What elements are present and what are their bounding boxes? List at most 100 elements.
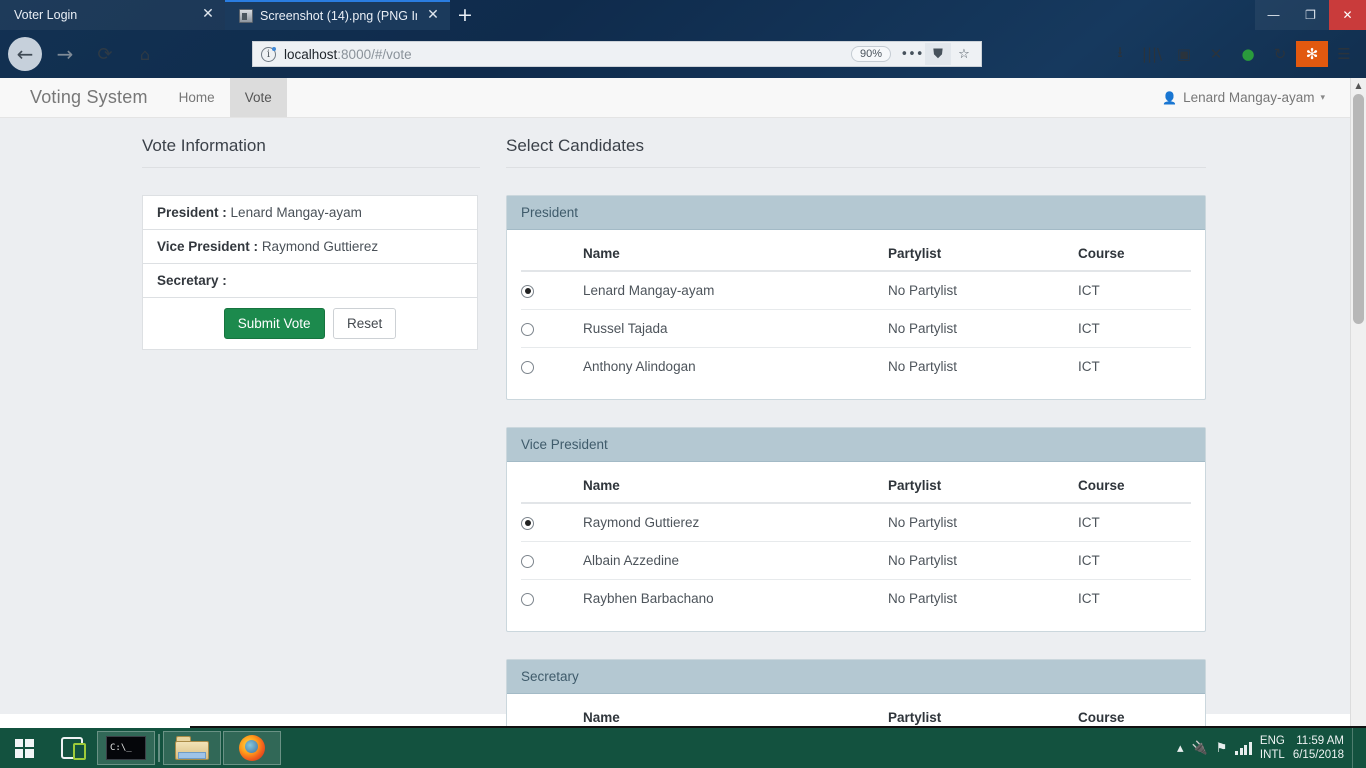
column-course: Course [1078, 230, 1191, 271]
firefox-icon [239, 735, 265, 761]
taskbar-divider [158, 734, 160, 762]
zoom-level-badge[interactable]: 90% [851, 46, 891, 62]
vertical-scrollbar-thumb[interactable] [1353, 94, 1364, 324]
radio-button[interactable] [521, 555, 534, 568]
user-avatar-icon: 👤 [1162, 91, 1177, 105]
task-view-button[interactable] [48, 728, 96, 768]
start-button[interactable] [0, 728, 48, 768]
vote-actions-row: Submit Vote Reset [143, 298, 477, 349]
download-icon[interactable]: ⭳ [1104, 41, 1136, 67]
candidate-partylist: No Partylist [888, 271, 1078, 310]
sidebar-icon[interactable]: ▣ [1168, 41, 1200, 67]
shield-icon[interactable]: ⛊ [925, 43, 951, 65]
candidate-radio-cell[interactable] [521, 580, 583, 618]
scroll-up-icon[interactable]: ▲ [1351, 78, 1366, 93]
browser-tab-screenshot[interactable]: Screenshot (14).png (PNG Ima ✕ [225, 0, 450, 30]
green-circle-extension-icon[interactable]: ● [1232, 41, 1264, 67]
taskbar-app-command-prompt[interactable]: C:\_ [97, 731, 155, 765]
radio-button[interactable] [521, 323, 534, 336]
close-window-button[interactable]: ✕ [1329, 0, 1366, 30]
column-partylist: Partylist [888, 462, 1078, 503]
radio-button-selected[interactable] [521, 285, 534, 298]
language-indicator[interactable]: ENG INTL [1260, 734, 1285, 762]
candidates-table-vice-president: Name Partylist Course Raymond Guttierez [521, 462, 1191, 617]
candidate-panel-president: President Name Partylist Course [506, 195, 1206, 400]
home-icon[interactable]: ⌂ [128, 37, 162, 71]
candidate-course: ICT [1078, 503, 1191, 542]
nav-item-vote[interactable]: Vote [230, 78, 287, 117]
candidate-radio-cell[interactable] [521, 348, 583, 386]
table-row[interactable]: Lenard Mangay-ayam No Partylist ICT [521, 271, 1191, 310]
orange-gear-extension-icon[interactable]: ✻ [1296, 41, 1328, 67]
browser-tab-voter-login[interactable]: Voter Login ✕ [0, 0, 225, 30]
radio-button[interactable] [521, 593, 534, 606]
candidate-radio-cell[interactable] [521, 503, 583, 542]
vote-info-label: Vice President : [157, 239, 258, 254]
tray-overflow-icon[interactable]: ▴ [1177, 741, 1184, 756]
select-candidates-column: Select Candidates President Name Partyli [506, 136, 1206, 728]
panel-header-vice-president: Vice President [507, 428, 1205, 462]
x-extension-icon[interactable]: ✕ [1200, 41, 1232, 67]
tab-title: Screenshot (14).png (PNG Ima [260, 9, 417, 23]
app-brand[interactable]: Voting System [0, 78, 164, 117]
table-row[interactable]: Anthony Alindogan No Partylist ICT [521, 348, 1191, 386]
windows-taskbar: C:\_ ▴ 🔌 ⚑ ENG INTL 11:59 AM 6/15/2018 [0, 728, 1366, 768]
candidate-radio-cell[interactable] [521, 542, 583, 580]
table-header-row: Name Partylist Course [521, 462, 1191, 503]
site-info-icon[interactable]: i [261, 47, 276, 62]
radio-button-selected[interactable] [521, 517, 534, 530]
tab-favicon-icon [239, 9, 253, 23]
command-prompt-icon: C:\_ [106, 736, 146, 760]
vote-information-table: President : Lenard Mangay-ayam Vice Pres… [142, 195, 478, 350]
table-row[interactable]: Russel Tajada No Partylist ICT [521, 310, 1191, 348]
panel-body-president: Name Partylist Course Lenard Mangay-ayam [507, 230, 1205, 399]
taskbar-app-firefox[interactable] [223, 731, 281, 765]
panel-header-president: President [507, 196, 1205, 230]
tab-close-icon[interactable]: ✕ [199, 6, 217, 24]
page-viewport: Voting System Home Vote 👤 Lenard Mangay-… [0, 78, 1366, 728]
panel-body-secretary: Name Partylist Course [507, 694, 1205, 728]
vote-info-value: Raymond Guttierez [262, 239, 378, 254]
reload-icon[interactable]: ⟳ [88, 37, 122, 71]
submit-vote-button[interactable]: Submit Vote [224, 308, 325, 339]
table-row[interactable]: Albain Azzedine No Partylist ICT [521, 542, 1191, 580]
nav-item-home[interactable]: Home [164, 78, 230, 117]
back-icon[interactable]: ← [8, 37, 42, 71]
candidate-course: ICT [1078, 271, 1191, 310]
reset-button[interactable]: Reset [333, 308, 396, 339]
new-tab-button[interactable]: + [452, 3, 478, 28]
candidate-radio-cell[interactable] [521, 271, 583, 310]
vote-info-row-secretary: Secretary : [143, 264, 477, 298]
candidate-course: ICT [1078, 348, 1191, 386]
library-icon[interactable]: |||\ [1136, 41, 1168, 67]
clock-time: 11:59 AM [1296, 735, 1344, 747]
user-menu[interactable]: 👤 Lenard Mangay-ayam ▾ [1162, 78, 1350, 117]
vote-info-value: Lenard Mangay-ayam [231, 205, 362, 220]
maximize-button[interactable]: ❐ [1292, 0, 1329, 30]
vertical-scrollbar[interactable]: ▲ [1350, 78, 1366, 728]
radio-button[interactable] [521, 361, 534, 374]
candidate-radio-cell[interactable] [521, 310, 583, 348]
show-desktop-button[interactable] [1352, 728, 1360, 768]
taskbar-app-file-explorer[interactable] [163, 731, 221, 765]
address-bar[interactable]: i localhost :8000/#/vote 90% ••• ⛊ ☆ [252, 41, 982, 67]
forward-icon[interactable]: → [48, 37, 82, 71]
tab-close-icon[interactable]: ✕ [424, 7, 442, 25]
clock-date: 6/15/2018 [1293, 749, 1344, 761]
menu-icon[interactable]: ☰ [1328, 41, 1360, 67]
table-row[interactable]: Raymond Guttierez No Partylist ICT [521, 503, 1191, 542]
clock[interactable]: 11:59 AM 6/15/2018 [1293, 734, 1344, 762]
candidate-name: Albain Azzedine [583, 542, 888, 580]
signal-strength-icon[interactable] [1235, 742, 1252, 755]
bookmark-star-icon[interactable]: ☆ [951, 43, 977, 65]
loop-extension-icon[interactable]: ↻ [1264, 41, 1296, 67]
candidate-panel-secretary: Secretary Name Partylist Course [506, 659, 1206, 728]
column-select [521, 694, 583, 728]
network-flag-icon[interactable]: ⚑ [1216, 741, 1228, 756]
panel-header-secretary: Secretary [507, 660, 1205, 694]
usb-device-icon[interactable]: 🔌 [1192, 741, 1208, 756]
candidate-course: ICT [1078, 580, 1191, 618]
minimize-button[interactable]: ― [1255, 0, 1292, 30]
table-row[interactable]: Raybhen Barbachano No Partylist ICT [521, 580, 1191, 618]
page-actions-icon[interactable]: ••• [899, 43, 925, 65]
